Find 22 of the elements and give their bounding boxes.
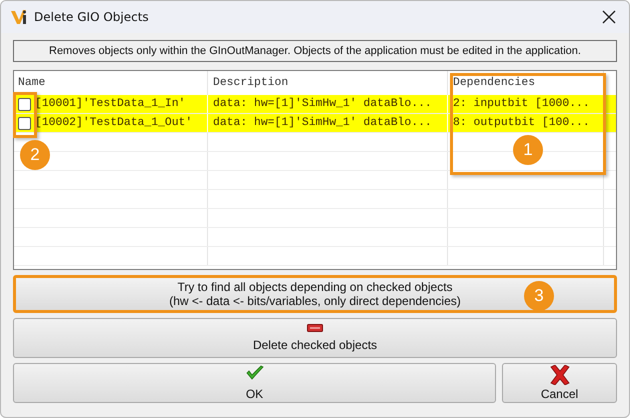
table-cell: 2: inputbit [1000... [453, 98, 590, 110]
window-title: Delete GIO Objects [34, 10, 150, 24]
column-header: Name [18, 77, 46, 89]
table-cell: data: hw=[1]'SimHw_1' dataBlo... [213, 98, 432, 110]
callout-frame [13, 92, 37, 138]
checkmark-icon [246, 365, 264, 381]
delete-icon [307, 324, 323, 332]
column-header: Description [213, 77, 288, 89]
column-header: Dependencies [453, 77, 536, 89]
ok-button[interactable]: OK [13, 363, 496, 403]
delete-button[interactable]: Delete checked objects [13, 318, 617, 358]
app-logo-icon [10, 8, 28, 26]
checkbox[interactable] [18, 116, 31, 130]
table-cell: data: hw=[1]'SimHw_1' dataBlo... [213, 117, 432, 129]
cancel-button[interactable]: Cancel [502, 363, 617, 403]
info-message: Removes objects only within the GInOutManager. Objects of the application must be edited in the application. [13, 40, 617, 62]
cancel-icon [548, 365, 570, 385]
table-cell: [10002]'TestData_1_Out' [35, 117, 192, 129]
checkbox[interactable] [18, 98, 31, 110]
table-cell: 8: outputbit [100... [453, 117, 590, 129]
close-icon [602, 10, 616, 24]
table-cell: [10001]'TestData_1_In' [35, 98, 186, 110]
